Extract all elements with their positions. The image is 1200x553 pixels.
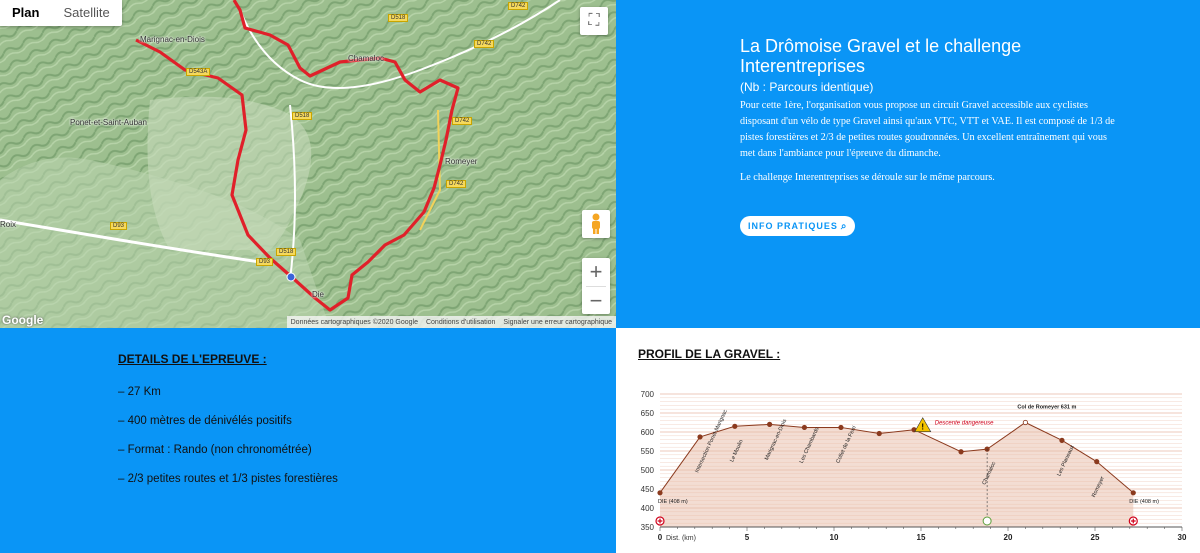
profile-point [767,421,773,428]
x-tick-label: 15 [917,533,926,542]
attribution-report-link[interactable]: Signaler une erreur cartographique [503,319,612,326]
road-label: D742 [508,2,529,10]
attribution-terms-link[interactable]: Conditions d'utilisation [426,319,495,326]
details-section: DETAILS DE L'EPREUVE : – 27 Km – 400 mèt… [118,352,338,502]
place-roix: Roix [0,220,17,229]
road-label: D742 [446,180,467,188]
start-label: DIE (408 m) [658,499,688,505]
profile-point [838,424,844,431]
y-tick-label: 400 [641,504,655,513]
y-tick-label: 600 [641,428,655,437]
elevation-profile-chart: 700 650 600 550 500 450 400 3500 5 10 15 20 25 30 Dist… [641,390,1187,542]
road-label: D518 [292,112,313,120]
y-tick-label: 350 [641,523,655,532]
x-tick-label: 20 [1004,533,1013,542]
info-pratiques-button[interactable]: INFO PRATIQUES ⌕ [740,216,856,236]
y-tick-label: 550 [641,447,655,456]
zoom-out-button[interactable]: − [582,287,610,315]
chamaloc-marker-icon [982,516,992,526]
profile-point [657,490,663,496]
profile-section: PROFIL DE LA GRAVEL : 700 650 600 550 500 450… [616,328,1200,553]
info-pratiques-label: INFO PRATIQUES [748,221,838,231]
fullscreen-icon: ⛶ [588,12,600,29]
road-label: D543A [186,68,211,76]
details-list: – 27 Km – 400 mètres de dénivélés positi… [118,386,338,485]
pegman-icon [592,213,600,234]
road-label: D518 [276,248,297,256]
road-label: D518 [388,14,409,22]
x-tick-label: 30 [1178,533,1187,542]
warning-icon-mark: ! [921,423,924,432]
profile-point [958,449,964,455]
list-item: – 2/3 petites routes et 1/3 pistes fores… [118,473,338,485]
place-chamaloc: Chamaloc [348,54,385,63]
x-tick-label: 0 [658,533,663,542]
google-logo[interactable]: Google [2,313,43,327]
road-label: D93 [110,222,128,230]
details-title: DETAILS DE L'EPREUVE : [118,352,267,366]
map-terrain [0,0,616,328]
road-label: D742 [474,40,495,48]
attribution-data: Données cartographiques ©2020 Google [290,318,418,326]
y-tick-label: 500 [641,466,655,475]
intro-paragraph-challenge: Le challenge Interentreprises se déroule… [740,172,995,183]
fullscreen-button[interactable]: ⛶ [580,7,608,35]
place-romeyer: Romeyer [445,157,478,166]
x-tick-label: 25 [1091,533,1100,542]
road-label: D93 [256,258,274,266]
col-label: Col de Romeyer 631 m [1017,405,1076,411]
place-ponet: Ponet-et-Saint-Auban [70,118,147,127]
list-item: – 400 mètres de dénivélés positifs [118,415,292,427]
summit-point [1022,419,1028,426]
zoom-in-button[interactable]: + [582,258,610,286]
page: Marignac-en-Diois Ponet-et-Saint-Auban C… [0,0,1200,553]
map-type-plan[interactable]: Plan [0,0,51,26]
y-tick-label: 700 [641,390,655,399]
end-label: DIE (408 m) [1129,499,1159,505]
map-type-control: Plan Satellite [0,0,122,26]
y-tick-label: 450 [641,485,655,494]
profile-point [697,434,703,440]
place-marignac: Marignac-en-Diois [140,35,205,44]
intro-subtitle: (Nb : Parcours identique) [740,80,874,94]
profile-point [1130,490,1136,496]
profile-point [1059,437,1065,443]
zoom-control: + − [582,258,610,314]
x-tick-label: 10 [830,533,839,542]
y-tick-label: 650 [641,409,655,418]
profile-point [801,424,808,431]
list-item: – Format : Rando (non chronométrée) [118,444,312,456]
map-attribution: Données cartographiques ©2020 Google Con… [286,316,616,328]
x-tick-label: 5 [745,533,750,542]
intro-paragraph: Pour cette 1ère, l'organisation vous pro… [740,100,1115,159]
road-label: D742 [452,117,473,125]
list-item: – 27 Km [118,386,161,398]
profile-point [876,430,882,437]
warning-label: Descente dangereuse [935,421,994,427]
street-view-pegman[interactable] [582,210,610,238]
intro-section: La Drômoise Gravel et le challenge Inter… [740,36,1120,186]
profile-point [732,423,738,429]
place-die: Die [312,290,325,299]
route-map[interactable]: Marignac-en-Diois Ponet-et-Saint-Auban C… [0,0,616,328]
search-icon: ⌕ [840,220,848,232]
intro-title: La Drômoise Gravel et le challenge Inter… [740,36,1022,76]
x-axis-label: Dist. (km) [666,535,696,542]
map-type-satellite[interactable]: Satellite [51,0,121,26]
profile-point [1094,459,1100,465]
